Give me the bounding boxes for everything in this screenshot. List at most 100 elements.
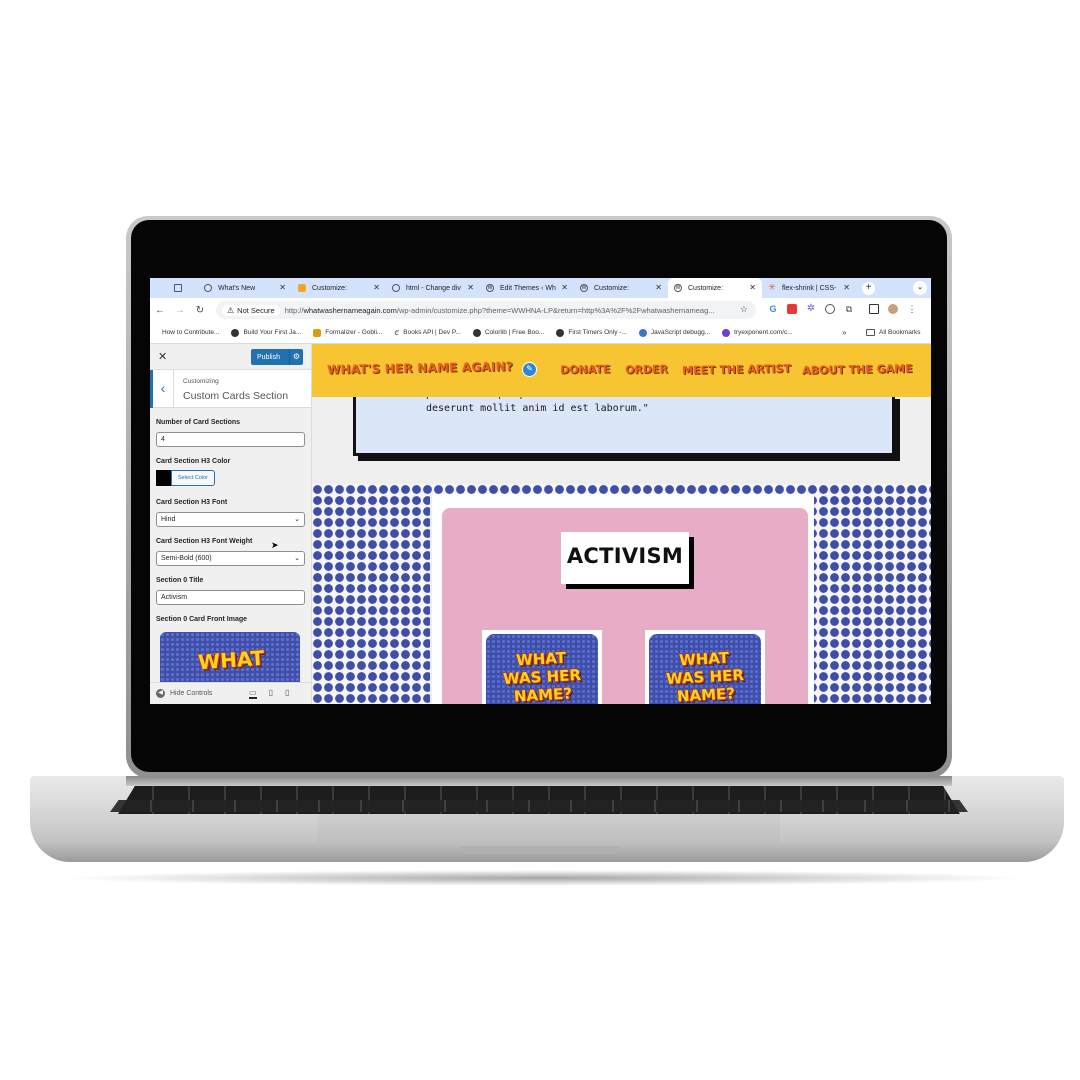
url-path: /wp-admin/customize.php?theme=WWHNA-LP&r… xyxy=(396,305,715,315)
new-tab-button[interactable]: + xyxy=(862,281,875,295)
close-tab-icon[interactable]: ✕ xyxy=(655,283,662,292)
customizer-footer: ◀ Hide Controls ▭ ▯ ▯ xyxy=(150,682,311,704)
close-tab-icon[interactable]: ✕ xyxy=(279,283,286,292)
h3-weight-label: Card Section H3 Font Weight xyxy=(156,538,253,545)
bookmark-label: Formalizer - Gobli... xyxy=(325,329,383,336)
publish-button[interactable]: Publish ⚙ xyxy=(251,349,303,365)
site-logo[interactable]: WHAT'S HER NAME AGAIN? xyxy=(327,359,513,376)
bookmark-item[interactable]: JavaScript debugg... xyxy=(638,328,711,337)
bookmark-item[interactable]: First Timers Only -... xyxy=(556,328,627,337)
hide-controls-button[interactable]: ◀ Hide Controls xyxy=(156,689,212,698)
profile-avatar[interactable] xyxy=(888,304,898,314)
browser-tab-bar: What's New ✕ Customize: ✕ html - Change … xyxy=(150,278,931,298)
bookmark-favicon-icon xyxy=(231,328,240,337)
trackpad xyxy=(318,814,780,844)
tab-flex-shrink[interactable]: ✳ flex-shrink | CSS- ✕ xyxy=(762,278,856,298)
nav-link-donate[interactable]: DONATE xyxy=(560,363,611,377)
game-card[interactable]: WHAT WAS HER NAME? xyxy=(482,630,602,704)
site-preview: proident culpa qui officia deserunt moll… xyxy=(312,344,931,704)
chevron-down-icon: ⌄ xyxy=(294,555,300,562)
desktop-icon[interactable]: ▭ xyxy=(249,688,257,699)
num-sections-label: Number of Card Sections xyxy=(156,419,241,426)
blogger-icon xyxy=(298,284,306,292)
all-bookmarks-label: All Bookmarks xyxy=(879,329,921,336)
gear-icon[interactable]: ⚙ xyxy=(289,349,303,365)
close-tab-icon[interactable]: ✕ xyxy=(561,283,568,292)
wordpress-icon: W xyxy=(674,284,682,292)
section-header: ‹ Customizing Custom Cards Section xyxy=(150,370,311,408)
tab-label: html - Change div xyxy=(406,284,461,292)
tab-label: Edit Themes ‹ Wh xyxy=(500,284,556,292)
section0-title-input[interactable]: Activism xyxy=(156,590,305,605)
site-navigation: WHAT'S HER NAME AGAIN? ✎ DONATE ORDER ME… xyxy=(312,344,931,397)
tab-groups[interactable] xyxy=(168,278,198,298)
bookmark-star-icon[interactable]: ☆ xyxy=(740,304,748,315)
game-card[interactable]: WHAT WAS HER NAME? xyxy=(645,630,765,704)
tab-customize-2[interactable]: W Customize: ✕ xyxy=(574,278,668,298)
forward-arrow-icon[interactable]: → xyxy=(170,305,190,316)
bookmark-item[interactable]: Colorlib | Free Boo... xyxy=(472,328,545,337)
section0-image-label: Section 0 Card Front Image xyxy=(156,616,248,623)
extension-gear-icon[interactable]: ✲ xyxy=(806,304,816,314)
device-preview-switcher: ▭ ▯ ▯ xyxy=(249,688,289,699)
bookmark-label: Colorlib | Free Boo... xyxy=(484,329,545,336)
tab-stackoverflow[interactable]: html - Change div ✕ xyxy=(386,278,480,298)
lid-notch xyxy=(460,846,620,854)
nav-link-meet-the-artist[interactable]: MEET THE ARTIST xyxy=(682,362,791,377)
tab-customize-active[interactable]: W Customize: ✕ xyxy=(668,278,762,298)
bookmark-item[interactable]: Build Your First Ja... xyxy=(231,328,301,337)
bookmark-favicon-icon: ℭ xyxy=(394,329,400,337)
edit-pencil-icon[interactable]: ✎ xyxy=(522,362,537,377)
warning-icon: ⚠ xyxy=(227,305,235,315)
laptop-shadow xyxy=(60,870,1030,886)
back-arrow-icon[interactable]: ← xyxy=(150,305,170,316)
tab-whats-new[interactable]: What's New ✕ xyxy=(198,278,292,298)
h3-weight-value: Semi-Bold (600) xyxy=(161,555,212,562)
globe-icon xyxy=(556,328,565,337)
extension-red-icon[interactable] xyxy=(787,304,797,314)
url-prefix: http:// xyxy=(284,305,304,315)
tab-edit-themes[interactable]: W Edit Themes ‹ Wh ✕ xyxy=(480,278,574,298)
chevron-down-icon: ⌄ xyxy=(294,516,300,523)
extension-circle-icon[interactable] xyxy=(825,304,835,314)
bookmark-item[interactable]: How to Contribute... xyxy=(162,329,219,336)
nav-link-about-the-game[interactable]: ABOUT THE GAME xyxy=(802,362,913,377)
more-bookmarks-button[interactable]: » xyxy=(842,328,846,337)
card-section: ACTIVISM WHAT WAS HER NAME? WHAT WAS HER… xyxy=(430,494,814,704)
close-tab-icon[interactable]: ✕ xyxy=(467,283,474,292)
address-bar[interactable]: ⚠ Not Secure http://whatwashernameagain.… xyxy=(216,301,756,319)
close-tab-icon[interactable]: ✕ xyxy=(843,283,850,292)
tab-customize-1[interactable]: Customize: ✕ xyxy=(292,278,386,298)
bookmark-label: JavaScript debugg... xyxy=(650,329,711,336)
reload-icon[interactable]: ↻ xyxy=(190,305,210,316)
bookmark-item[interactable]: ℭ Books API | Dev P... xyxy=(394,329,461,337)
close-tab-icon[interactable]: ✕ xyxy=(749,283,756,292)
tablet-icon[interactable]: ▯ xyxy=(269,688,273,699)
num-sections-input[interactable]: 4 xyxy=(156,432,305,447)
python-icon xyxy=(638,328,647,337)
side-panel-icon[interactable] xyxy=(869,304,879,314)
google-icon[interactable]: G xyxy=(768,304,778,314)
h3-weight-select[interactable]: Semi-Bold (600) ⌄ xyxy=(156,551,305,566)
close-icon[interactable]: ✕ xyxy=(158,350,167,363)
url-host: whatwashernameagain.com xyxy=(303,305,397,315)
not-secure-chip[interactable]: ⚠ Not Secure xyxy=(222,304,280,316)
h3-font-select[interactable]: Hind ⌄ xyxy=(156,512,305,527)
collapse-icon: ◀ xyxy=(156,689,165,698)
bookmark-item[interactable]: Formalizer - Gobli... xyxy=(313,328,383,337)
color-swatch[interactable] xyxy=(156,470,172,486)
nav-link-order[interactable]: ORDER xyxy=(625,363,668,377)
screen: What's New ✕ Customize: ✕ html - Change … xyxy=(150,278,931,704)
puzzle-icon[interactable]: ⧉ xyxy=(844,304,854,314)
back-chevron-icon[interactable]: ‹ xyxy=(150,370,174,408)
bookmark-item[interactable]: tryexponent.com/c... xyxy=(722,328,793,337)
all-bookmarks-button[interactable]: All Bookmarks xyxy=(866,329,921,336)
tab-search-icon[interactable]: ⌄ xyxy=(913,281,927,295)
more-menu-icon[interactable]: ⋮ xyxy=(907,304,917,314)
tab-label: What's New xyxy=(218,284,256,292)
select-color-button[interactable]: Select Color xyxy=(171,470,215,486)
bookmark-label: First Timers Only -... xyxy=(568,329,627,336)
close-tab-icon[interactable]: ✕ xyxy=(373,283,380,292)
card-front-image: WHAT WAS HER NAME? xyxy=(486,634,598,704)
mobile-icon[interactable]: ▯ xyxy=(285,688,289,699)
